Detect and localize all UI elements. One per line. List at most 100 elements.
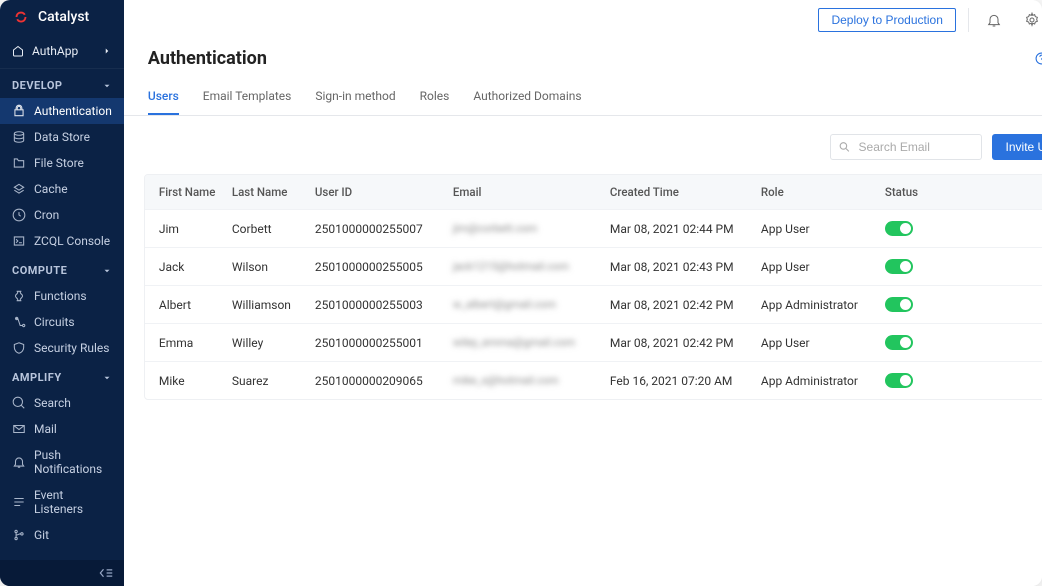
sidebar-item-push-notifications[interactable]: Push Notifications xyxy=(0,442,124,482)
tabs: Users Email Templates Sign-in method Roles A… xyxy=(124,81,1042,116)
section-amplify[interactable]: AMPLIFY xyxy=(0,361,124,390)
cell-created: Mar 08, 2021 02:43 PM xyxy=(610,260,761,274)
table-header: First Name Last Name User ID Email Creat… xyxy=(145,175,1042,209)
git-icon xyxy=(12,528,26,542)
collapse-sidebar-button[interactable] xyxy=(0,560,124,586)
sidebar-item-search[interactable]: Search xyxy=(0,390,124,416)
status-toggle[interactable] xyxy=(885,297,913,312)
sidebar-item-label: Authentication xyxy=(34,104,112,118)
tab-roles[interactable]: Roles xyxy=(420,81,450,115)
sidebar-item-label: Circuits xyxy=(34,315,75,329)
cell-last-name: Williamson xyxy=(232,298,315,312)
sidebar-item-cron[interactable]: Cron xyxy=(0,202,124,228)
tab-email-templates[interactable]: Email Templates xyxy=(203,81,292,115)
event-listeners-icon xyxy=(12,495,26,509)
mail-icon xyxy=(12,422,26,436)
app-name: AuthApp xyxy=(32,44,78,58)
cell-last-name: Wilson xyxy=(232,260,315,274)
help-icon xyxy=(1035,52,1042,65)
table-row[interactable]: JimCorbett2501000000255007jim@corbett.co… xyxy=(145,209,1042,247)
cell-first-name: Jim xyxy=(159,222,232,236)
sidebar-item-label: Cache xyxy=(34,182,68,196)
table-row[interactable]: JackWilson2501000000255005jack1215@hotma… xyxy=(145,247,1042,285)
sidebar-item-mail[interactable]: Mail xyxy=(0,416,124,442)
cell-created: Feb 16, 2021 07:20 AM xyxy=(610,374,761,388)
sidebar: Catalyst AuthApp DEVELOP Authentication Da… xyxy=(0,0,124,586)
cell-status xyxy=(885,259,1042,274)
search-icon xyxy=(12,396,26,410)
cache-icon xyxy=(12,182,26,196)
sidebar-item-file-store[interactable]: File Store xyxy=(0,150,124,176)
tab-signin-method[interactable]: Sign-in method xyxy=(315,81,395,115)
sidebar-item-label: Mail xyxy=(34,422,57,436)
page-title: Authentication xyxy=(148,48,267,69)
sidebar-item-label: Push Notifications xyxy=(34,448,112,476)
sidebar-item-security-rules[interactable]: Security Rules xyxy=(0,335,124,361)
notifications-button[interactable] xyxy=(981,7,1007,33)
cell-role: App User xyxy=(761,222,885,236)
app-selector[interactable]: AuthApp xyxy=(0,34,124,69)
deploy-button[interactable]: Deploy to Production xyxy=(818,8,955,32)
sidebar-item-authentication[interactable]: Authentication xyxy=(0,98,124,124)
cell-email: jack1215@hotmail.com xyxy=(453,260,610,273)
home-icon xyxy=(12,45,24,57)
cell-email: w_albert@gmail.com xyxy=(453,298,610,311)
search-input[interactable] xyxy=(830,134,982,160)
cell-first-name: Emma xyxy=(159,336,232,350)
chevron-down-icon xyxy=(102,373,112,383)
cell-created: Mar 08, 2021 02:42 PM xyxy=(610,298,761,312)
table-row[interactable]: EmmaWilley2501000000255001wiley_emma@gma… xyxy=(145,323,1042,361)
sidebar-item-functions[interactable]: Functions xyxy=(0,283,124,309)
tab-authorized-domains[interactable]: Authorized Domains xyxy=(473,81,581,115)
zcql-console-icon xyxy=(12,234,26,248)
sidebar-item-label: ZCQL Console xyxy=(34,234,110,248)
col-email: Email xyxy=(453,185,610,199)
section-compute[interactable]: COMPUTE xyxy=(0,254,124,283)
tab-users[interactable]: Users xyxy=(148,81,179,115)
cell-email: wiley_emma@gmail.com xyxy=(453,336,610,349)
sidebar-item-data-store[interactable]: Data Store xyxy=(0,124,124,150)
topbar: Deploy to Production xyxy=(124,0,1042,40)
sidebar-item-zcql-console[interactable]: ZCQL Console xyxy=(0,228,124,254)
gear-icon xyxy=(1024,12,1040,28)
functions-icon xyxy=(12,289,26,303)
section-develop[interactable]: DEVELOP xyxy=(0,69,124,98)
sidebar-item-label: Data Store xyxy=(34,130,90,144)
status-toggle[interactable] xyxy=(885,373,913,388)
sidebar-item-label: File Store xyxy=(34,156,84,170)
sidebar-item-label: Functions xyxy=(34,289,87,303)
main: Deploy to Production Authentication Help… xyxy=(124,0,1042,586)
cell-email: jim@corbett.com xyxy=(453,222,610,235)
table-row[interactable]: MikeSuarez2501000000209065mike_s@hotmail… xyxy=(145,361,1042,399)
collapse-icon xyxy=(98,568,114,578)
brand[interactable]: Catalyst xyxy=(0,0,124,34)
status-toggle[interactable] xyxy=(885,335,913,350)
cell-first-name: Jack xyxy=(159,260,232,274)
sidebar-item-label: Git xyxy=(34,528,49,542)
data-store-icon xyxy=(12,130,26,144)
divider xyxy=(968,8,969,32)
settings-button[interactable] xyxy=(1019,7,1042,33)
search-icon xyxy=(838,141,851,154)
push-notifications-icon xyxy=(12,455,26,469)
caret-right-icon xyxy=(102,46,112,56)
sidebar-item-label: Security Rules xyxy=(34,341,109,355)
sidebar-item-circuits[interactable]: Circuits xyxy=(0,309,124,335)
cell-role: App User xyxy=(761,260,885,274)
cell-last-name: Corbett xyxy=(232,222,315,236)
table-row[interactable]: AlbertWilliamson2501000000255003w_albert… xyxy=(145,285,1042,323)
status-toggle[interactable] xyxy=(885,259,913,274)
bell-icon xyxy=(986,12,1002,28)
cell-first-name: Albert xyxy=(159,298,232,312)
help-link[interactable]: Help xyxy=(1035,52,1042,66)
col-status: Status xyxy=(885,185,1042,199)
sidebar-item-git[interactable]: Git xyxy=(0,522,124,548)
invite-user-button[interactable]: Invite User xyxy=(992,134,1042,160)
cell-last-name: Willey xyxy=(232,336,315,350)
sidebar-item-event-listeners[interactable]: Event Listeners xyxy=(0,482,124,522)
cell-role: App Administrator xyxy=(761,298,885,312)
file-store-icon xyxy=(12,156,26,170)
status-toggle[interactable] xyxy=(885,221,913,236)
sidebar-item-cache[interactable]: Cache xyxy=(0,176,124,202)
section-discover[interactable]: DISCOVER xyxy=(0,548,124,560)
